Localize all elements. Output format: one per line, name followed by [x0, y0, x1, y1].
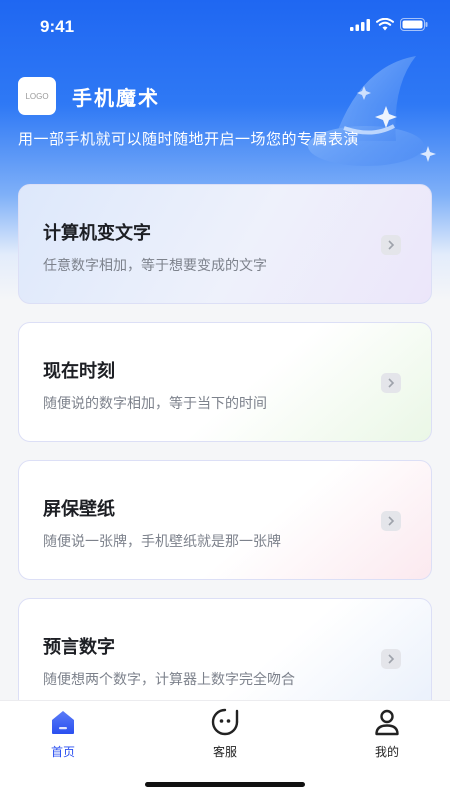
- home-icon: [52, 711, 74, 734]
- tab-label: 首页: [50, 745, 75, 759]
- signal-icon: [350, 18, 370, 31]
- battery-icon: [400, 18, 428, 31]
- chevron-right-icon[interactable]: [381, 373, 401, 393]
- card-title: 计算机变文字: [43, 223, 151, 244]
- card-text-calculator[interactable]: 计算机变文字 任意数字相加，等于想要变成的文字: [18, 184, 432, 304]
- card-title: 屏保壁纸: [43, 499, 115, 520]
- wifi-icon: [376, 18, 394, 31]
- customer-service-icon: [211, 708, 239, 736]
- card-description: 任意数字相加，等于想要变成的文字: [43, 258, 267, 274]
- app-title: 手机魔术: [72, 85, 160, 110]
- chevron-right-icon[interactable]: [381, 235, 401, 255]
- wizard-hat-illustration: [308, 56, 436, 166]
- card-current-time[interactable]: 现在时刻 随便说的数字相加，等于当下的时间: [18, 322, 432, 442]
- card-title: 现在时刻: [43, 361, 115, 382]
- card-title: 预言数字: [43, 637, 115, 658]
- status-icons: [350, 18, 428, 31]
- magic-card-list: 计算机变文字 任意数字相加，等于想要变成的文字 现在时刻 随便说的数字相加，等于…: [18, 184, 432, 736]
- card-description: 随便想两个数字，计算器上数字完全吻合: [43, 672, 295, 688]
- chevron-right-icon[interactable]: [381, 649, 401, 669]
- app-header: LOGO 手机魔术: [18, 77, 160, 115]
- app-tagline: 用一部手机就可以随时随地开启一场您的专属表演: [18, 130, 360, 148]
- card-description: 随便说一张牌，手机壁纸就是那一张牌: [43, 534, 281, 550]
- tab-customer-service[interactable]: 客服: [185, 707, 265, 763]
- chevron-right-icon[interactable]: [381, 511, 401, 531]
- status-time: 9:41: [40, 17, 75, 36]
- tab-label: 我的: [374, 745, 399, 759]
- tab-home[interactable]: 首页: [23, 707, 103, 763]
- card-wallpaper[interactable]: 屏保壁纸 随便说一张牌，手机壁纸就是那一张牌: [18, 460, 432, 580]
- card-description: 随便说的数字相加，等于当下的时间: [43, 396, 267, 412]
- status-bar: 9:41: [0, 0, 450, 54]
- tab-profile[interactable]: 我的: [347, 707, 427, 763]
- tab-label: 客服: [212, 745, 237, 759]
- app-logo: LOGO: [18, 77, 56, 115]
- home-indicator: [145, 782, 305, 787]
- profile-icon: [375, 709, 399, 736]
